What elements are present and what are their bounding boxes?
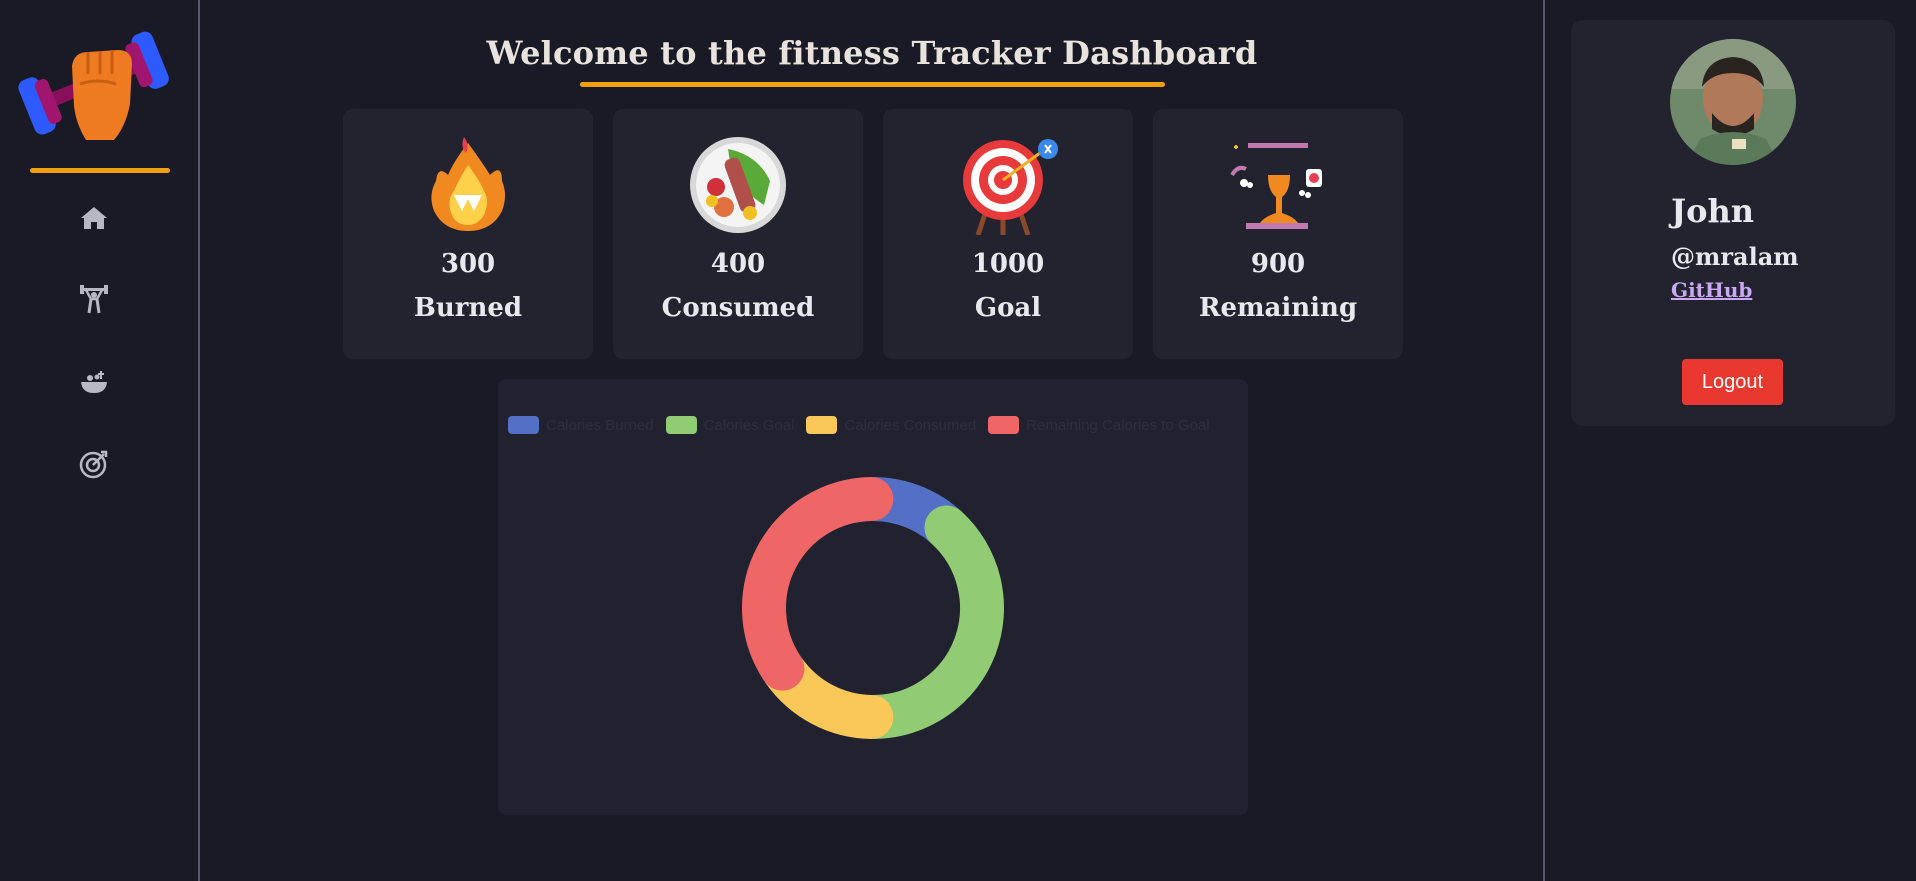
food-bowl-icon xyxy=(81,371,107,393)
github-link[interactable]: GitHub xyxy=(1671,278,1752,302)
goal-value: 1000 xyxy=(971,249,1045,279)
stat-card-consumed: 400 Consumed xyxy=(613,109,863,359)
stat-card-remaining: 900 Remaining xyxy=(1153,109,1403,359)
sidebar-item-goals[interactable] xyxy=(72,442,116,486)
consumed-value: 400 xyxy=(710,249,766,279)
home-icon xyxy=(81,207,107,229)
doughnut-segment[interactable] xyxy=(852,505,1004,739)
remaining-label: Remaining xyxy=(1198,293,1358,323)
main-content: Welcome to the fitness Tracker Dashboard… xyxy=(200,0,1544,881)
food-plate-icon xyxy=(688,135,788,235)
goal-target-icon xyxy=(958,135,1058,236)
goal-label: Goal xyxy=(974,293,1042,323)
flame-icon xyxy=(418,135,518,235)
logout-button[interactable]: Logout xyxy=(1682,359,1783,405)
stat-card-goal: 1000 Goal xyxy=(883,109,1133,359)
hourglass-icon xyxy=(1228,135,1328,235)
target-icon xyxy=(79,450,108,479)
sidebar-item-workouts[interactable] xyxy=(72,278,116,322)
avatar xyxy=(1670,39,1796,165)
sidebar-item-home[interactable] xyxy=(72,196,116,240)
page-title: Welcome to the fitness Tracker Dashboard xyxy=(486,34,1258,72)
right-divider xyxy=(1543,0,1545,881)
profile-card: John @mralam GitHub Logout xyxy=(1571,20,1895,426)
sidebar-item-nutrition[interactable] xyxy=(72,360,116,404)
weightlifter-icon xyxy=(80,285,108,314)
stat-card-burned: 300 Burned xyxy=(343,109,593,359)
title-underline xyxy=(580,82,1165,87)
dumbbell-fist-logo xyxy=(14,14,174,154)
remaining-value: 900 xyxy=(1250,249,1306,279)
profile-handle: @mralam xyxy=(1671,242,1799,271)
logo-underline xyxy=(30,168,170,173)
sidebar xyxy=(0,0,200,881)
burned-label: Burned xyxy=(413,293,523,323)
doughnut-segment[interactable] xyxy=(742,477,894,691)
burned-value: 300 xyxy=(440,249,496,279)
consumed-label: Consumed xyxy=(661,293,815,323)
calories-chart-panel: Calories Burned Calories Goal Calories Con… xyxy=(498,379,1248,815)
profile-name: John xyxy=(1671,192,1755,230)
calories-doughnut-chart xyxy=(742,477,1004,739)
